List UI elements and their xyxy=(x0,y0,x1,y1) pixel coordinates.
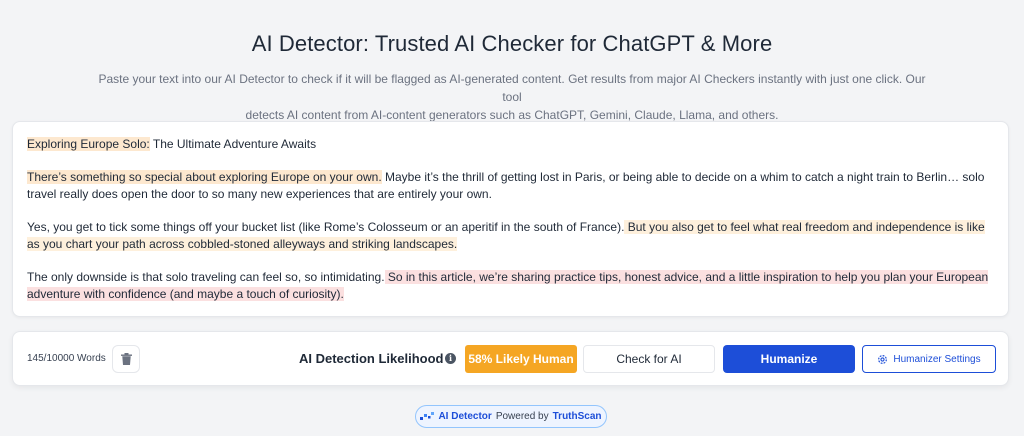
settings-label: Humanizer Settings xyxy=(893,353,981,365)
editor-paragraph-1: There’s something so special about explo… xyxy=(27,169,994,203)
powered-by-text: Powered by xyxy=(495,411,549,422)
page-subtitle: Paste your text into our AI Detector to … xyxy=(90,70,934,124)
subtitle-line-2: detects AI content from AI-content gener… xyxy=(245,108,779,122)
editor-paragraph-2: Yes, you get to tick some things off you… xyxy=(27,219,994,253)
ai-likelihood-label: AI Detection Likelihood xyxy=(299,351,444,366)
provider-name: TruthScan xyxy=(552,411,602,422)
humanize-button[interactable]: Humanize xyxy=(723,345,855,373)
page-title: AI Detector: Trusted AI Checker for Chat… xyxy=(251,31,773,56)
clear-text-button[interactable] xyxy=(112,345,140,373)
check-for-ai-button[interactable]: Check for AI xyxy=(583,345,715,373)
word-count: 145/10000 Words xyxy=(27,353,106,364)
brand-logo-icon xyxy=(420,411,435,420)
humanizer-settings-button[interactable]: Humanizer Settings xyxy=(862,345,996,373)
info-icon[interactable]: i xyxy=(445,353,456,364)
editor-paragraph-3: The only downside is that solo traveling… xyxy=(27,269,994,303)
plain-segment: Yes, you get to tick some things off you… xyxy=(27,220,625,234)
highlight-segment: There’s something so special about explo… xyxy=(27,170,382,184)
gear-icon xyxy=(878,354,888,364)
plain-segment: The Ultimate Adventure Awaits xyxy=(149,137,317,151)
text-editor[interactable]: Exploring Europe Solo: The Ultimate Adve… xyxy=(12,121,1009,317)
powered-by-badge[interactable]: AI Detector Powered by TruthScan xyxy=(415,405,607,428)
plain-segment: The only downside is that solo traveling… xyxy=(27,270,385,284)
trash-icon xyxy=(120,353,132,365)
highlight-segment: Exploring Europe Solo: xyxy=(27,137,150,151)
likelihood-result-badge: 58% Likely Human xyxy=(465,345,577,373)
brand-name: AI Detector xyxy=(438,411,492,422)
editor-title-line: Exploring Europe Solo: The Ultimate Adve… xyxy=(27,136,994,153)
subtitle-line-1: Paste your text into our AI Detector to … xyxy=(98,72,926,104)
action-bar: 145/10000 Words AI Detection Likelihood … xyxy=(12,331,1009,386)
